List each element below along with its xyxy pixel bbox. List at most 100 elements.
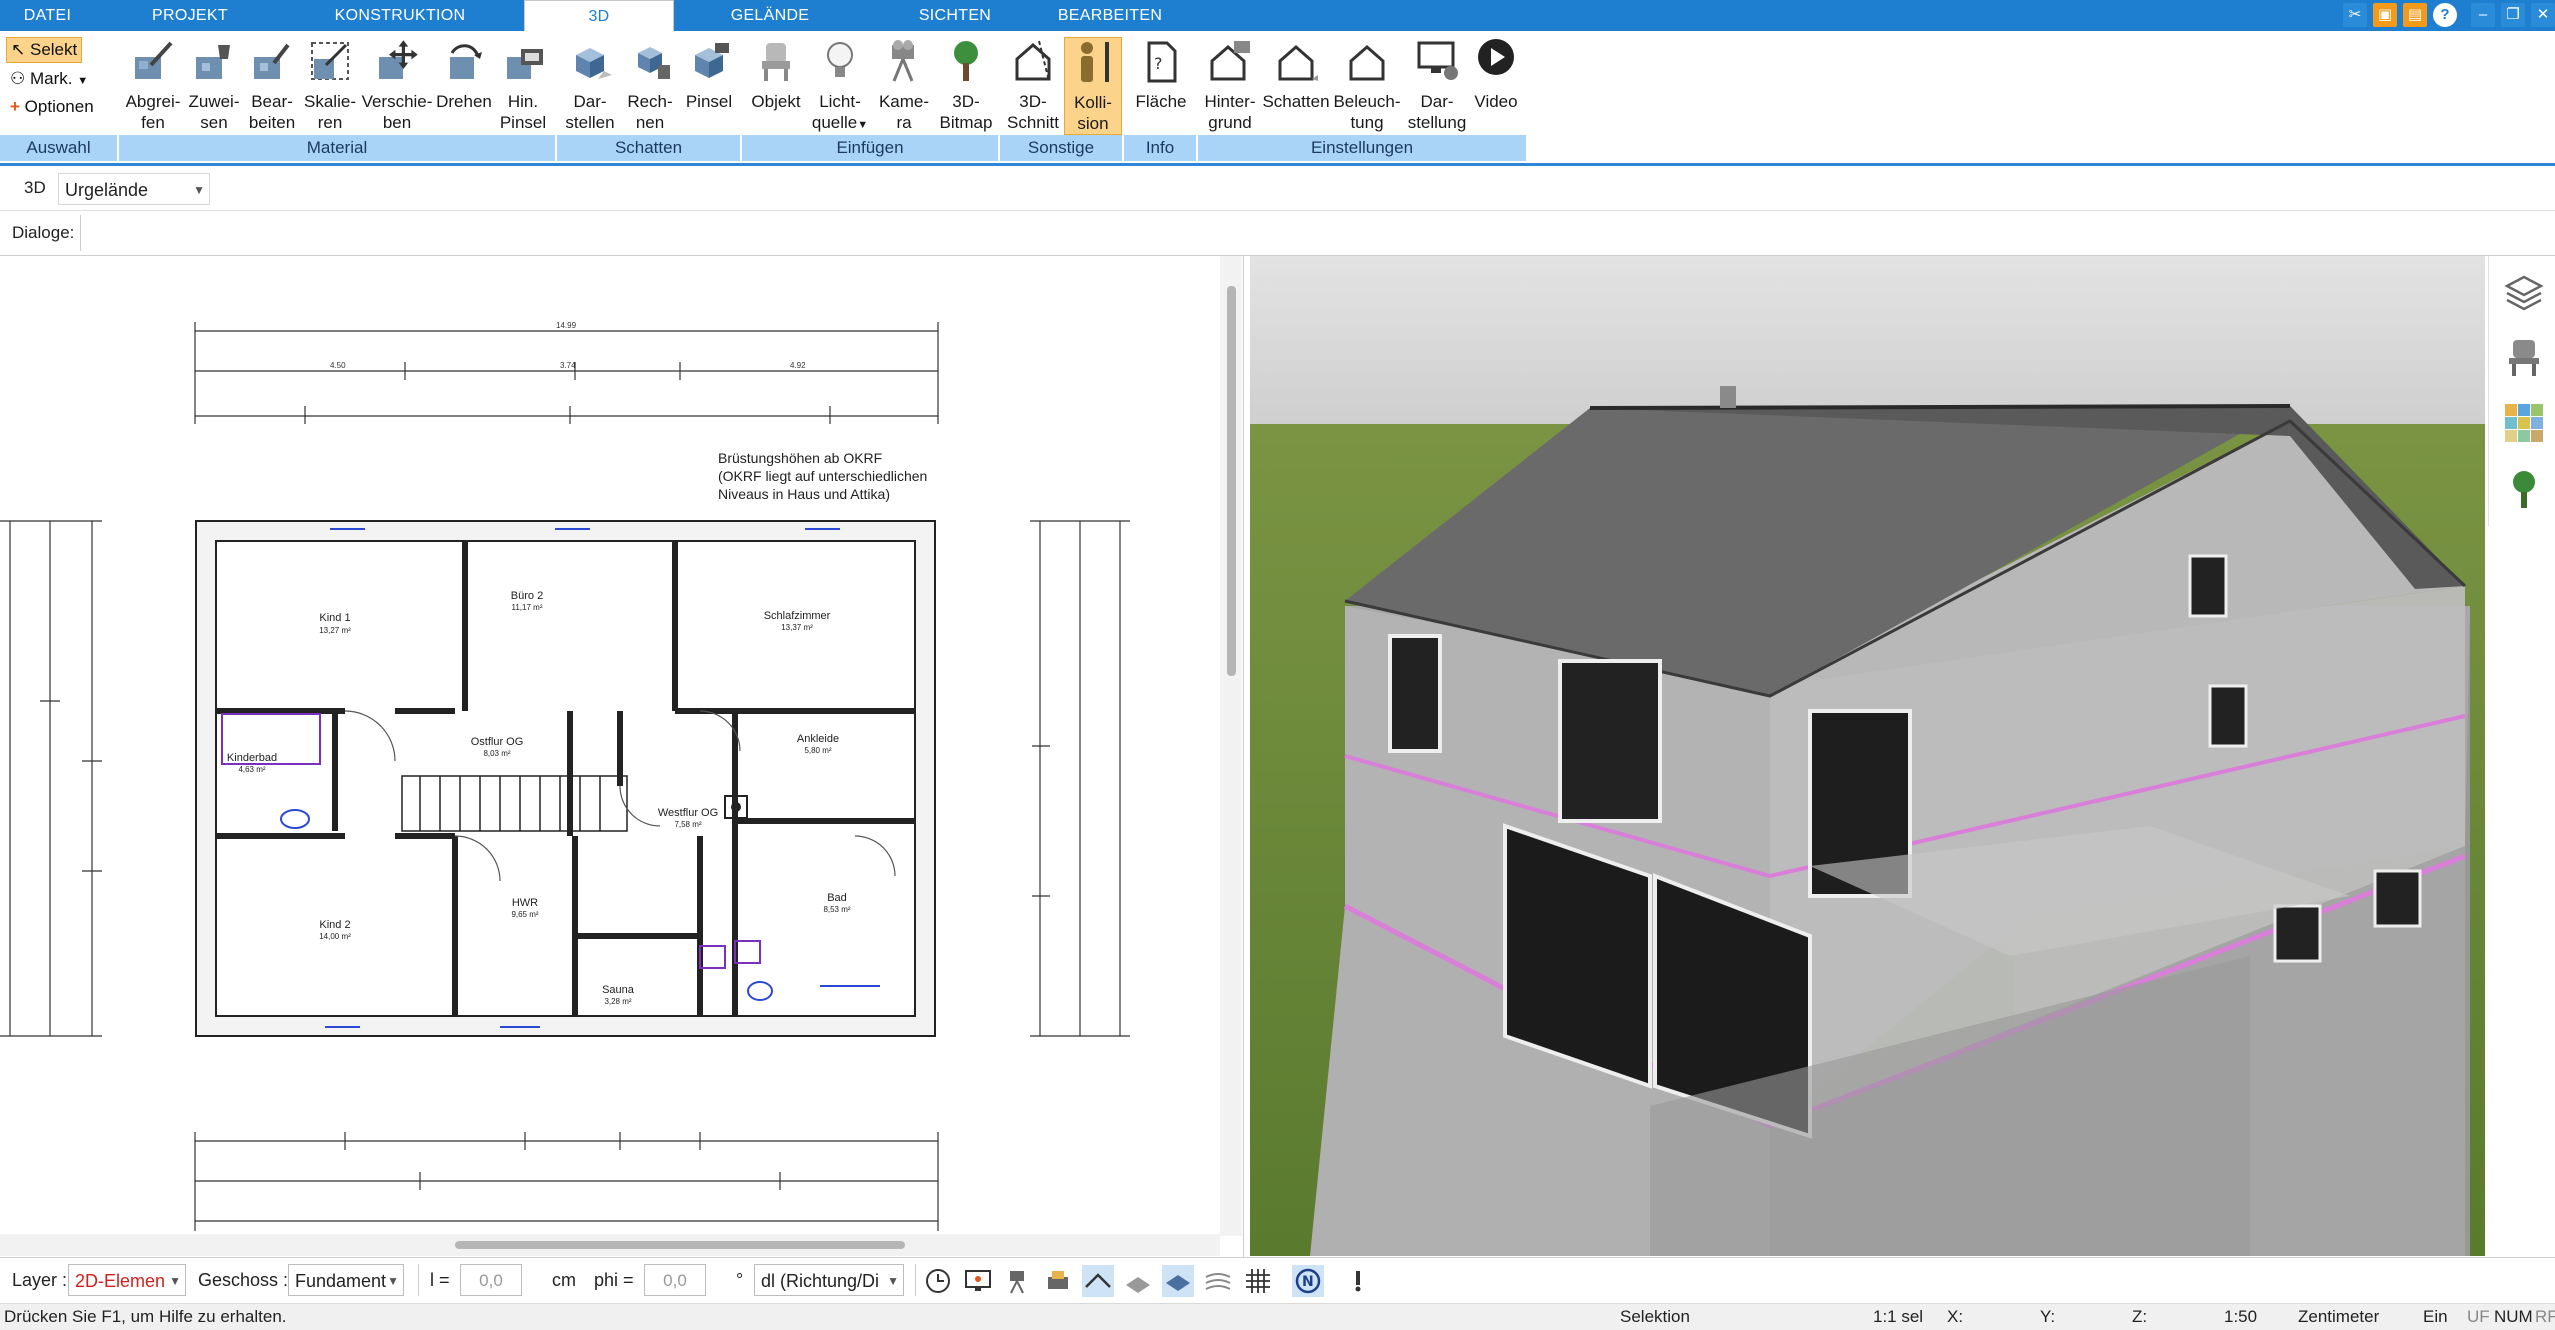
room-area: 4,63 m² [238, 765, 265, 774]
pinsel-icon [507, 49, 543, 79]
tools-icon[interactable]: ✂ [2343, 3, 2367, 27]
property-bar: Layer : 2D-Elemen ▼ Geschoss : Fundament… [0, 1257, 2555, 1304]
scroll-thumb[interactable] [1227, 286, 1236, 676]
l-input[interactable]: 0,0 [460, 1264, 522, 1296]
play-icon [1478, 39, 1514, 75]
hintergrund-button[interactable]: Hinter-grund [1200, 37, 1260, 133]
wall-hatch-icon[interactable] [1122, 1265, 1154, 1297]
beleuchtung-button[interactable]: Beleuch-tung [1332, 37, 1402, 133]
plan-note-line-1: Brüstungshöhen ab OKRF [718, 450, 882, 466]
terrain-select[interactable]: Urgelände ▼ [58, 173, 210, 205]
ribbon: ↖ Selekt ⚇ Mark. ▼ + Optionen Auswahl Ab… [0, 31, 2555, 166]
mark-button[interactable]: ⚇ Mark. ▼ [6, 67, 92, 91]
chevron-down-icon: ▼ [169, 1274, 181, 1288]
coord-z: Z: [2132, 1307, 2148, 1326]
chevron-down-icon: ▼ [857, 119, 869, 131]
button-label: Dar- [1420, 92, 1454, 111]
geschoss-select[interactable]: Fundament ▼ [288, 1264, 404, 1296]
floor-plane-icon[interactable] [1162, 1265, 1194, 1297]
layout-icon[interactable]: ▣ [2373, 3, 2397, 27]
num-status: NUM [2494, 1307, 2533, 1326]
tab-sichten[interactable]: SICHTEN [870, 0, 1040, 31]
north-icon[interactable]: N [1292, 1265, 1324, 1297]
grid-icon[interactable] [1242, 1265, 1274, 1297]
window-icon[interactable]: ▤ [2403, 3, 2427, 27]
room-name: Kind 1 [319, 612, 350, 624]
zuweisen-button[interactable]: Zuwei-sen [186, 37, 242, 133]
tab-bearbeiten[interactable]: BEARBEITEN [1040, 0, 1180, 31]
rf-status: RF [2535, 1307, 2555, 1326]
floorplan-view[interactable]: Brüstungshöhen ab OKRF (OKRF liegt auf u… [0, 256, 1244, 1257]
drehen-button[interactable]: Drehen [434, 37, 494, 112]
3d-schnitt-button[interactable]: 3D- Schnitt [1002, 37, 1064, 133]
room-name: Westflur OG [658, 807, 718, 819]
bearbeiten-button[interactable]: Bear-beiten [244, 37, 300, 133]
3d-viewport[interactable] [1250, 256, 2485, 1256]
kollision-button[interactable]: Kolli-sion [1064, 37, 1122, 135]
room-area: 9,65 m² [511, 910, 538, 919]
button-label: beiten [248, 113, 296, 132]
horizontal-scrollbar[interactable] [0, 1234, 1220, 1256]
room-area: 11,17 m² [512, 603, 543, 612]
schatten-darstellen-button[interactable]: Dar-stellen [560, 37, 620, 133]
dl-select[interactable]: dl (Richtung/Di ▼ [754, 1264, 904, 1296]
roof-line-icon[interactable] [1082, 1265, 1114, 1297]
side-toolbar [2488, 256, 2555, 526]
menu-tabbar: DATEI PROJEKT KONSTRUKTION 3D GELÄNDE SI… [0, 0, 2555, 32]
print-icon[interactable] [1042, 1265, 1074, 1297]
tab-gelaende[interactable]: GELÄNDE [690, 0, 850, 31]
tab-projekt[interactable]: PROJEKT [100, 0, 280, 31]
room-name: Büro 2 [511, 590, 543, 602]
background-house-icon [1210, 41, 1250, 81]
skalieren-button[interactable]: Skalie-ren [300, 37, 360, 133]
abgreifen-button[interactable]: Abgrei-fen [120, 37, 186, 133]
layer-select[interactable]: 2D-Elemen ▼ [68, 1264, 186, 1296]
restore-icon[interactable]: ❐ [2501, 3, 2525, 27]
3d-house-render[interactable] [1250, 256, 2485, 1256]
tab-datei[interactable]: DATEI [0, 0, 95, 31]
clock-icon[interactable] [922, 1265, 954, 1297]
objekt-button[interactable]: Objekt [746, 37, 806, 112]
room-area: 13,27 m² [319, 626, 351, 635]
terrain-lines-icon[interactable] [1202, 1265, 1234, 1297]
camera-small-icon[interactable] [1002, 1265, 1034, 1297]
phi-input[interactable]: 0,0 [644, 1264, 706, 1296]
height-marker-icon[interactable] [1342, 1265, 1374, 1297]
optionen-button[interactable]: + Optionen [6, 95, 98, 119]
scale-status: 1:50 [2224, 1307, 2258, 1326]
tab-konstruktion[interactable]: KONSTRUKTION [300, 0, 500, 31]
l-value: 0,0 [479, 1271, 503, 1290]
button-label: Fläche [1135, 92, 1187, 111]
flaeche-button[interactable]: ? Fläche [1128, 37, 1194, 112]
room-area: 8,03 m² [483, 749, 510, 758]
lichtquelle-button[interactable]: Licht-quelle▼ [806, 37, 874, 136]
scroll-thumb[interactable] [455, 1241, 905, 1249]
3d-bitmap-button[interactable]: 3D- Bitmap [934, 37, 998, 133]
vertical-scrollbar[interactable] [1220, 256, 1242, 1236]
help-icon[interactable]: ? [2433, 3, 2457, 27]
monitor-icon[interactable] [962, 1265, 994, 1297]
layers-icon[interactable] [2503, 272, 2545, 314]
schatten-rechnen-button[interactable]: Rech-nen [620, 37, 680, 133]
chair-catalog-icon[interactable] [2503, 336, 2545, 378]
video-button[interactable]: Video [1472, 37, 1520, 112]
button-label: Bitmap [939, 113, 993, 132]
schatten-einst-button[interactable]: Schatten [1260, 37, 1332, 112]
group-einfuegen: Einfügen [742, 135, 998, 161]
schatten-pinsel-button[interactable]: Pinsel [680, 37, 738, 112]
selekt-button[interactable]: ↖ Selekt [6, 37, 83, 63]
plus-icon: + [10, 97, 20, 116]
lightbulb-icon [827, 42, 853, 77]
darstellung-button[interactable]: Dar-stellung [1402, 37, 1472, 133]
close-icon[interactable]: ✕ [2531, 3, 2555, 27]
kamera-button[interactable]: Kame-ra [874, 37, 934, 133]
verschieben-button[interactable]: Verschie-ben [360, 37, 434, 133]
hin-pinsel-button[interactable]: Hin. Pinsel [494, 37, 552, 133]
group-einstellungen: Einstellungen [1198, 135, 1526, 161]
floorplan-drawing[interactable]: Brüstungshöhen ab OKRF (OKRF liegt auf u… [0, 256, 1220, 1234]
minimize-icon[interactable]: – [2471, 3, 2495, 27]
material-palette-icon[interactable] [2503, 402, 2545, 444]
tab-3d[interactable]: 3D [524, 0, 674, 32]
button-label: Kame- [878, 92, 930, 111]
tree-icon[interactable] [2503, 468, 2545, 510]
